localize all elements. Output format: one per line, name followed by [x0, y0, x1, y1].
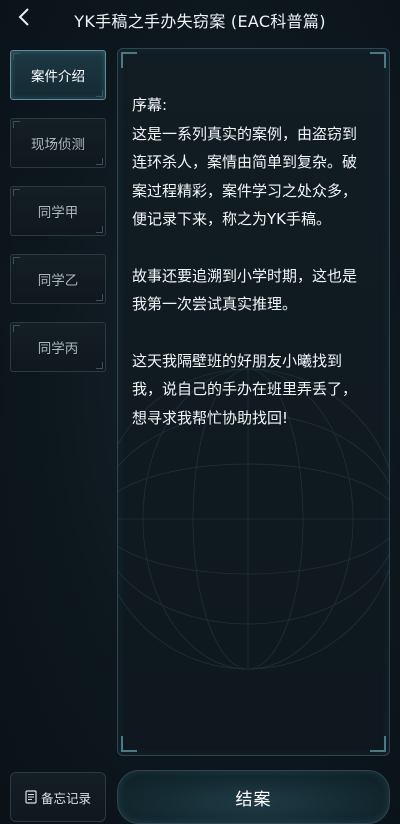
- text-line: 这是一系列真实的案例，由盗窃到: [132, 124, 358, 143]
- corner-bracket: [370, 52, 386, 68]
- corner-bracket: [370, 736, 386, 752]
- tab-label: 同学乙: [37, 273, 79, 289]
- close-case-button[interactable]: 结案: [117, 770, 390, 824]
- tab-label: 案件介绍: [31, 69, 85, 85]
- text-line: 故事还要追溯到小学时期，这也是: [132, 266, 358, 285]
- case-text: 序幕: 这是一系列真实的案例，由盗窃到 连环杀人，案情由简单到复杂。破 案过程精…: [132, 91, 384, 460]
- tab-label: 同学甲: [37, 205, 79, 221]
- header-bar: YK手稿之手办失窃案 (EAC科普篇): [0, 0, 400, 40]
- text-line: 我第一次尝试真实推理。: [132, 295, 298, 313]
- tab-case-intro[interactable]: 案件介绍: [10, 50, 106, 100]
- corner-bracket: [121, 736, 137, 752]
- text-line: 序幕:: [132, 96, 168, 114]
- tab-classmate-c[interactable]: 同学丙: [10, 322, 106, 372]
- memo-button[interactable]: 备忘记录: [10, 772, 106, 822]
- text-line: 便记录下来，称之为YK手稿。: [132, 210, 332, 228]
- tab-classmate-a[interactable]: 同学甲: [10, 186, 106, 236]
- case-content-panel: 序幕: 这是一系列真实的案例，由盗窃到 连环杀人，案情由简单到复杂。破 案过程精…: [117, 48, 390, 756]
- tab-classmate-b[interactable]: 同学乙: [10, 254, 106, 304]
- paragraph-incident: 这天我隔壁班的好朋友小曦找到 我，说自己的手办在班里弄丢了， 想寻求我帮忙协助找…: [132, 347, 384, 433]
- close-case-label: 结案: [235, 789, 272, 810]
- tab-label: 同学丙: [37, 341, 79, 357]
- paragraph-prologue: 序幕: 这是一系列真实的案例，由盗窃到 连环杀人，案情由简单到复杂。破 案过程精…: [132, 91, 384, 234]
- text-line: 我，说自己的手办在班里弄丢了，: [132, 380, 358, 398]
- notepad-icon: [25, 790, 37, 804]
- page-title: YK手稿之手办失窃案 (EAC科普篇): [74, 12, 326, 31]
- back-button[interactable]: [10, 5, 38, 33]
- chevron-left-icon: [17, 8, 31, 30]
- paragraph-background: 故事还要追溯到小学时期，这也是 我第一次尝试真实推理。: [132, 262, 384, 319]
- text-line: 这天我隔壁班的好朋友小曦找到: [132, 351, 343, 370]
- tab-scene-detection[interactable]: 现场侦测: [10, 118, 106, 168]
- tab-label: 现场侦测: [31, 137, 85, 153]
- text-line: 连环杀人，案情由简单到复杂。破: [132, 153, 358, 171]
- text-line: 想寻求我帮忙协助找回!: [132, 408, 289, 427]
- sidebar: 案件介绍 现场侦测 同学甲 同学乙 同学丙: [10, 50, 106, 390]
- memo-button-label: 备忘记录: [40, 790, 91, 806]
- corner-bracket: [121, 52, 137, 68]
- case-screen: YK手稿之手办失窃案 (EAC科普篇) 案件介绍 现场侦测 同学甲 同学乙 同学…: [0, 0, 400, 824]
- text-line: 案过程精彩，案件学习之处众多，: [132, 181, 358, 200]
